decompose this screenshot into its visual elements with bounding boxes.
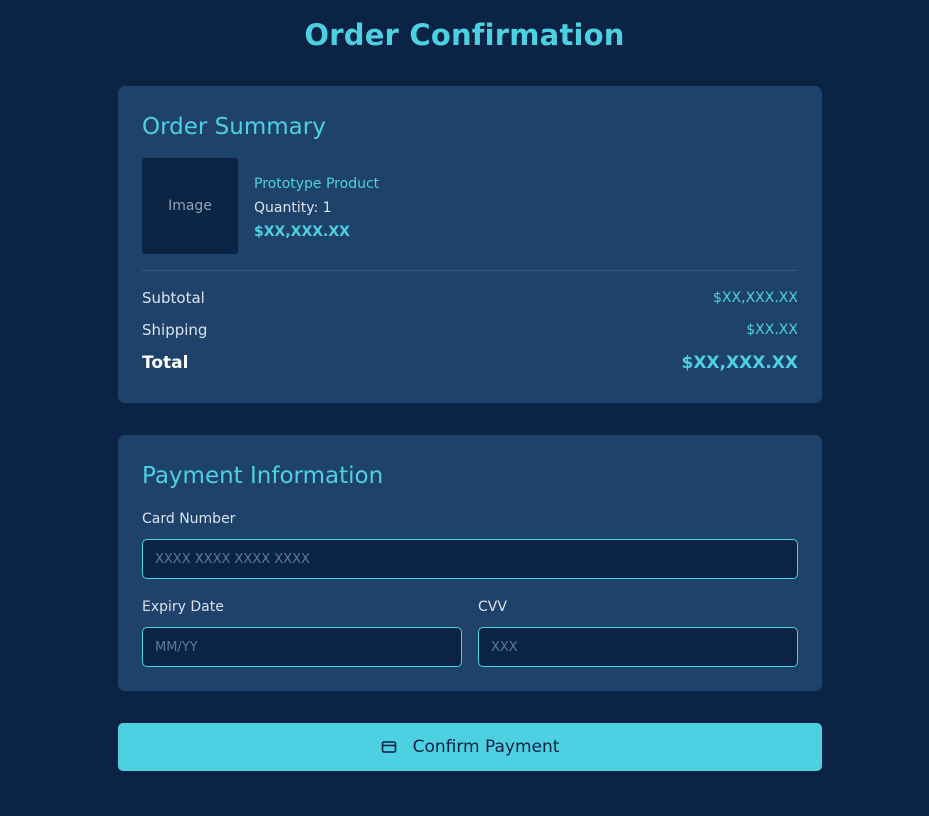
expiry-date-input[interactable] — [142, 627, 462, 667]
payment-information-title: Payment Information — [142, 463, 384, 489]
total-value: $XX,XXX.XX — [681, 353, 799, 373]
credit-card-icon — [381, 740, 399, 754]
page-title: Order Confirmation — [304, 18, 625, 52]
card-number-label: Card Number — [142, 511, 236, 527]
product-name: Prototype Product — [254, 176, 380, 192]
order-confirmation-page: Order Confirmation Order Summary Image P… — [0, 0, 929, 816]
total-row: Total $XX,XXX.XX — [142, 353, 798, 373]
subtotal-value: $XX,XXX.XX — [713, 290, 798, 306]
subtotal-label: Subtotal — [142, 289, 205, 307]
cvv-label: CVV — [478, 599, 507, 615]
shipping-label: Shipping — [142, 321, 208, 339]
order-summary-title: Order Summary — [142, 114, 326, 140]
product-quantity: Quantity: 1 — [254, 200, 332, 216]
product-image-label: Image — [168, 198, 212, 214]
confirm-payment-button[interactable]: Confirm Payment — [118, 723, 822, 771]
card-number-input[interactable] — [142, 539, 798, 579]
product-image-placeholder: Image — [142, 158, 238, 254]
shipping-row: Shipping $XX.XX — [142, 321, 798, 339]
product-price: $XX,XXX.XX — [254, 224, 350, 240]
order-summary-card: Order Summary Image Prototype Product Qu… — [118, 86, 822, 403]
expiry-date-label: Expiry Date — [142, 599, 224, 615]
product-info: Prototype Product Quantity: 1 $XX,XXX.XX — [254, 172, 379, 244]
total-label: Total — [142, 353, 189, 373]
confirm-payment-label: Confirm Payment — [412, 737, 560, 757]
cvv-input[interactable] — [478, 627, 798, 667]
shipping-value: $XX.XX — [746, 322, 798, 338]
summary-divider — [142, 270, 798, 271]
subtotal-row: Subtotal $XX,XXX.XX — [142, 289, 798, 307]
payment-information-card: Payment Information Card Number Expiry D… — [118, 435, 822, 691]
